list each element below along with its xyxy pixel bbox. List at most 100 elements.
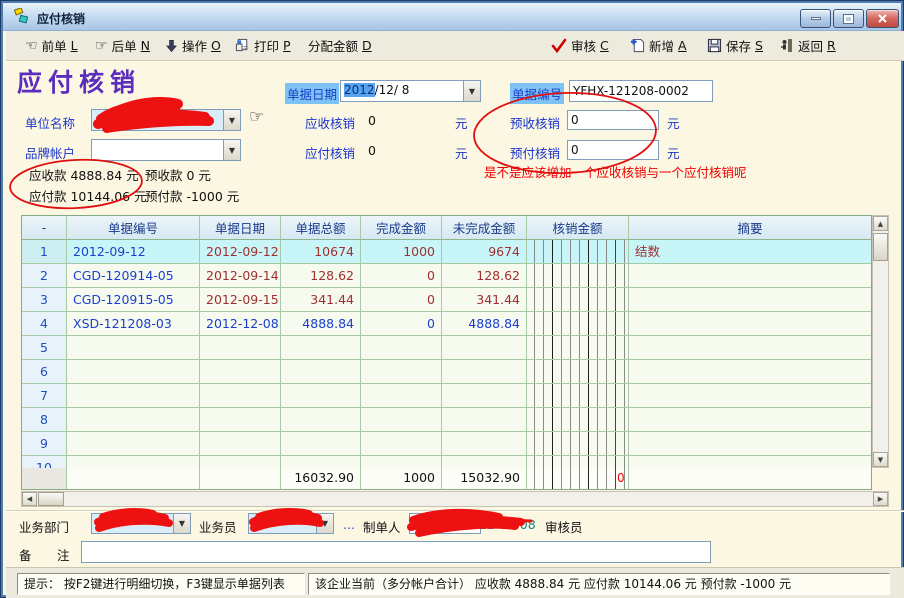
vertical-scrollbar[interactable]: ▲ ▼ — [872, 215, 889, 468]
table-cell — [442, 336, 527, 360]
col-header-total[interactable]: 单据总额 — [281, 216, 361, 240]
next-doc-button[interactable]: ☞ 后单N — [91, 31, 154, 60]
yuan-label: 元 — [455, 113, 468, 132]
doc-no-input[interactable] — [569, 80, 713, 102]
allocate-amount-button[interactable]: 分配金额D — [304, 31, 376, 60]
horizontal-scrollbar[interactable]: ◀ ▶ — [21, 491, 889, 507]
col-header-memo[interactable]: 摘要 — [629, 216, 871, 240]
table-row[interactable]: 7 — [22, 384, 871, 408]
table-cell — [629, 384, 871, 408]
table-row[interactable]: 5 — [22, 336, 871, 360]
table-cell — [629, 408, 871, 432]
table-row[interactable]: 2CGD-120914-052012-09-14128.620128.62 — [22, 264, 871, 288]
scroll-left-icon[interactable]: ◀ — [22, 492, 37, 506]
pre-pay-balance: 预付款 -1000 元 — [145, 186, 239, 205]
scroll-down-icon[interactable]: ▼ — [873, 452, 888, 467]
scroll-right-icon[interactable]: ▶ — [873, 492, 888, 506]
table-cell — [67, 456, 200, 468]
col-header-doc-date[interactable]: 单据日期 — [200, 216, 281, 240]
table-cell: 0 — [361, 312, 442, 336]
close-button[interactable] — [866, 9, 899, 28]
col-header-doc-no[interactable]: 单据编号 — [67, 216, 200, 240]
horizontal-scroll-thumb[interactable] — [38, 492, 64, 506]
brand-account-combobox[interactable]: ▼ — [91, 139, 241, 161]
print-button[interactable]: 打印P — [231, 31, 295, 60]
table-cell: 4 — [22, 312, 67, 336]
pre-recv-writeoff-input[interactable] — [567, 110, 659, 130]
table-cell: 128.62 — [281, 264, 361, 288]
pre-recv-writeoff-label: 预收核销 — [510, 113, 560, 132]
minimize-button[interactable] — [800, 9, 831, 28]
table-row[interactable]: 6 — [22, 360, 871, 384]
restore-button[interactable] — [833, 9, 864, 28]
vertical-scroll-thumb[interactable] — [873, 233, 888, 261]
table-cell: 1 — [22, 240, 67, 264]
chevron-down-icon[interactable]: ▼ — [223, 110, 240, 130]
close-icon — [878, 14, 887, 23]
down-arrow-icon — [165, 39, 178, 53]
prev-doc-button[interactable]: ☜ 前单L — [21, 31, 82, 60]
chevron-down-icon[interactable]: ▼ — [173, 514, 190, 533]
unit-name-label: 单位名称 — [25, 113, 75, 132]
doc-no-label: 单据编号 — [510, 83, 564, 104]
page-title: 应付核销 — [17, 63, 141, 99]
chevron-down-icon[interactable]: ▼ — [316, 514, 333, 533]
yuan-label: 元 — [455, 143, 468, 162]
yuan-label: 元 — [667, 143, 680, 162]
table-cell — [67, 336, 200, 360]
table-cell — [67, 360, 200, 384]
table-cell: 2012-12-08 — [200, 312, 281, 336]
save-button[interactable]: 保存S — [703, 31, 767, 60]
dept-combobox[interactable]: ▼ — [91, 513, 191, 534]
minimize-icon — [811, 17, 821, 20]
table-row[interactable]: 3CGD-120915-052012-09-15341.440341.44 — [22, 288, 871, 312]
table-cell — [67, 408, 200, 432]
col-header-done[interactable]: 完成金额 — [361, 216, 442, 240]
totals-undone: 15032.90 — [442, 468, 527, 489]
pre-pay-writeoff-label: 预付核销 — [510, 143, 560, 162]
table-cell: 128.62 — [442, 264, 527, 288]
table-cell: 10674 — [281, 240, 361, 264]
remark-label: 备 — [19, 545, 32, 564]
doc-date-combobox[interactable]: 2012/12/ 8 ▼ — [340, 80, 481, 102]
table-cell — [361, 432, 442, 456]
chevron-down-icon[interactable]: ▼ — [223, 140, 240, 160]
table-cell: 1000 — [361, 240, 442, 264]
table-row[interactable]: 12012-09-122012-09-121067410009674结数 — [22, 240, 871, 264]
table-row[interactable]: 9 — [22, 432, 871, 456]
pointing-finger-icon[interactable]: ☞ — [249, 107, 264, 127]
new-button[interactable]: 新增A — [626, 31, 691, 60]
ap-writeoff-value: 0 — [368, 143, 376, 158]
audit-button[interactable]: 审核C — [547, 31, 613, 60]
totals-writeoff: 0 0 — [617, 468, 629, 488]
more-link[interactable]: ... — [343, 517, 355, 532]
salesman-label: 业务员 — [199, 517, 237, 536]
col-header-rownum[interactable]: - — [22, 216, 67, 240]
operate-button[interactable]: 操作O — [161, 31, 225, 60]
status-hint: 提示： 按F2键进行明细切换，F3键显示单据列表 — [17, 573, 305, 595]
table-cell — [442, 432, 527, 456]
table-row[interactable]: 8 — [22, 408, 871, 432]
scroll-up-icon[interactable]: ▲ — [873, 216, 888, 231]
table-row[interactable]: 4XSD-121208-032012-12-084888.8404888.84 — [22, 312, 871, 336]
chevron-down-icon[interactable]: ▼ — [463, 81, 480, 101]
table-cell — [527, 336, 629, 360]
salesman-combobox[interactable]: ▼ — [248, 513, 334, 534]
return-button[interactable]: 返回R — [776, 31, 840, 60]
exit-icon — [780, 38, 794, 53]
table-cell: 2012-09-12 — [67, 240, 200, 264]
maker-date: 2012-12-08 — [463, 517, 536, 532]
col-header-undone[interactable]: 未完成金额 — [442, 216, 527, 240]
col-header-writeoff[interactable]: 核销金额 — [527, 216, 629, 240]
unit-name-combobox[interactable]: ▼ — [91, 109, 241, 131]
table-row[interactable]: 10 — [22, 456, 871, 468]
table-cell — [629, 288, 871, 312]
table-cell — [442, 408, 527, 432]
table-cell: 8 — [22, 408, 67, 432]
remark-input[interactable] — [81, 541, 711, 563]
table-cell: 341.44 — [442, 288, 527, 312]
table-cell: 6 — [22, 360, 67, 384]
window-title: 应付核销 — [37, 10, 85, 27]
ar-writeoff-label: 应收核销 — [305, 113, 355, 132]
pre-pay-writeoff-input[interactable] — [567, 140, 659, 160]
